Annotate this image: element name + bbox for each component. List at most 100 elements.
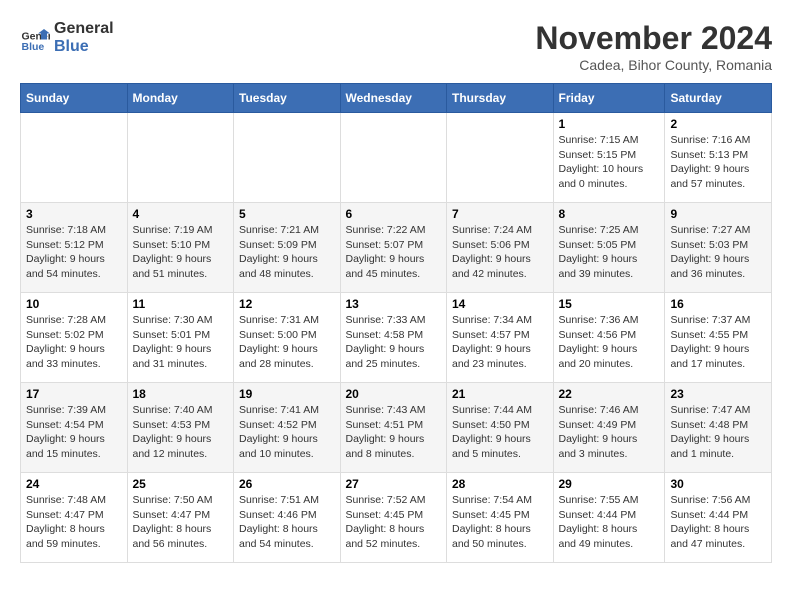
calendar-cell: 15 Sunrise: 7:36 AM Sunset: 4:56 PM Dayli… xyxy=(553,293,665,383)
day-number: 10 xyxy=(26,297,122,311)
day-detail: Sunrise: 7:25 AM Sunset: 5:05 PM Dayligh… xyxy=(559,223,660,282)
calendar-cell xyxy=(340,113,447,203)
calendar-header-thursday: Thursday xyxy=(447,84,554,113)
calendar-header-saturday: Saturday xyxy=(665,84,772,113)
calendar-table: SundayMondayTuesdayWednesdayThursdayFrid… xyxy=(20,83,772,563)
day-detail: Sunrise: 7:54 AM Sunset: 4:45 PM Dayligh… xyxy=(452,493,548,552)
day-detail: Sunrise: 7:22 AM Sunset: 5:07 PM Dayligh… xyxy=(346,223,442,282)
calendar-cell: 6 Sunrise: 7:22 AM Sunset: 5:07 PM Daylig… xyxy=(340,203,447,293)
page-header: General Blue General Blue November 2024 … xyxy=(20,20,772,73)
day-number: 23 xyxy=(670,387,766,401)
day-detail: Sunrise: 7:24 AM Sunset: 5:06 PM Dayligh… xyxy=(452,223,548,282)
day-number: 8 xyxy=(559,207,660,221)
day-number: 15 xyxy=(559,297,660,311)
calendar-header-row: SundayMondayTuesdayWednesdayThursdayFrid… xyxy=(21,84,772,113)
day-detail: Sunrise: 7:43 AM Sunset: 4:51 PM Dayligh… xyxy=(346,403,442,462)
day-detail: Sunrise: 7:19 AM Sunset: 5:10 PM Dayligh… xyxy=(133,223,229,282)
day-number: 2 xyxy=(670,117,766,131)
day-number: 17 xyxy=(26,387,122,401)
page-title: November 2024 xyxy=(535,20,772,57)
calendar-week-row: 17 Sunrise: 7:39 AM Sunset: 4:54 PM Dayli… xyxy=(21,383,772,473)
day-number: 4 xyxy=(133,207,229,221)
day-number: 27 xyxy=(346,477,442,491)
calendar-cell: 18Sunrise: 7:40 AM Sunset: 4:53 PM Dayli… xyxy=(127,383,234,473)
calendar-week-row: 10 Sunrise: 7:28 AM Sunset: 5:02 PM Dayli… xyxy=(21,293,772,383)
day-detail: Sunrise: 7:55 AM Sunset: 4:44 PM Dayligh… xyxy=(559,493,660,552)
day-number: 11 xyxy=(133,297,229,311)
calendar-header-monday: Monday xyxy=(127,84,234,113)
calendar-cell: 7 Sunrise: 7:24 AM Sunset: 5:06 PM Daylig… xyxy=(447,203,554,293)
calendar-cell xyxy=(127,113,234,203)
day-detail: Sunrise: 7:39 AM Sunset: 4:54 PM Dayligh… xyxy=(26,403,122,462)
calendar-header-tuesday: Tuesday xyxy=(234,84,341,113)
calendar-cell xyxy=(234,113,341,203)
day-detail: Sunrise: 7:28 AM Sunset: 5:02 PM Dayligh… xyxy=(26,313,122,372)
day-number: 25 xyxy=(133,477,229,491)
day-detail: Sunrise: 7:18 AM Sunset: 5:12 PM Dayligh… xyxy=(26,223,122,282)
calendar-cell: 4 Sunrise: 7:19 AM Sunset: 5:10 PM Daylig… xyxy=(127,203,234,293)
calendar-cell: 24 Sunrise: 7:48 AM Sunset: 4:47 PM Dayli… xyxy=(21,473,128,563)
calendar-cell: 10 Sunrise: 7:28 AM Sunset: 5:02 PM Dayli… xyxy=(21,293,128,383)
calendar-cell: 28 Sunrise: 7:54 AM Sunset: 4:45 PM Dayli… xyxy=(447,473,554,563)
calendar-cell: 16Sunrise: 7:37 AM Sunset: 4:55 PM Dayli… xyxy=(665,293,772,383)
day-number: 14 xyxy=(452,297,548,311)
calendar-cell: 29Sunrise: 7:55 AM Sunset: 4:44 PM Dayli… xyxy=(553,473,665,563)
day-number: 7 xyxy=(452,207,548,221)
calendar-cell: 23 Sunrise: 7:47 AM Sunset: 4:48 PM Dayli… xyxy=(665,383,772,473)
day-number: 5 xyxy=(239,207,335,221)
calendar-week-row: 3 Sunrise: 7:18 AM Sunset: 5:12 PM Daylig… xyxy=(21,203,772,293)
day-number: 26 xyxy=(239,477,335,491)
day-number: 28 xyxy=(452,477,548,491)
calendar-cell: 17 Sunrise: 7:39 AM Sunset: 4:54 PM Dayli… xyxy=(21,383,128,473)
day-detail: Sunrise: 7:52 AM Sunset: 4:45 PM Dayligh… xyxy=(346,493,442,552)
logo-text-blue: Blue xyxy=(54,38,114,56)
page-subtitle: Cadea, Bihor County, Romania xyxy=(535,57,772,73)
day-number: 21 xyxy=(452,387,548,401)
day-number: 19 xyxy=(239,387,335,401)
logo-icon: General Blue xyxy=(20,23,50,53)
calendar-cell: 1 Sunrise: 7:15 AM Sunset: 5:15 PM Daylig… xyxy=(553,113,665,203)
calendar-cell: 26 Sunrise: 7:51 AM Sunset: 4:46 PM Dayli… xyxy=(234,473,341,563)
day-number: 9 xyxy=(670,207,766,221)
day-number: 3 xyxy=(26,207,122,221)
day-detail: Sunrise: 7:33 AM Sunset: 4:58 PM Dayligh… xyxy=(346,313,442,372)
day-detail: Sunrise: 7:51 AM Sunset: 4:46 PM Dayligh… xyxy=(239,493,335,552)
calendar-cell: 9Sunrise: 7:27 AM Sunset: 5:03 PM Daylig… xyxy=(665,203,772,293)
calendar-header-sunday: Sunday xyxy=(21,84,128,113)
day-detail: Sunrise: 7:30 AM Sunset: 5:01 PM Dayligh… xyxy=(133,313,229,372)
calendar-cell: 14 Sunrise: 7:34 AM Sunset: 4:57 PM Dayli… xyxy=(447,293,554,383)
day-detail: Sunrise: 7:50 AM Sunset: 4:47 PM Dayligh… xyxy=(133,493,229,552)
calendar-cell: 5 Sunrise: 7:21 AM Sunset: 5:09 PM Daylig… xyxy=(234,203,341,293)
calendar-cell: 25 Sunrise: 7:50 AM Sunset: 4:47 PM Dayli… xyxy=(127,473,234,563)
calendar-cell: 27 Sunrise: 7:52 AM Sunset: 4:45 PM Dayli… xyxy=(340,473,447,563)
calendar-header-friday: Friday xyxy=(553,84,665,113)
day-detail: Sunrise: 7:37 AM Sunset: 4:55 PM Dayligh… xyxy=(670,313,766,372)
calendar-week-row: 1 Sunrise: 7:15 AM Sunset: 5:15 PM Daylig… xyxy=(21,113,772,203)
day-detail: Sunrise: 7:15 AM Sunset: 5:15 PM Dayligh… xyxy=(559,133,660,192)
calendar-cell xyxy=(21,113,128,203)
day-detail: Sunrise: 7:41 AM Sunset: 4:52 PM Dayligh… xyxy=(239,403,335,462)
calendar-cell: 13 Sunrise: 7:33 AM Sunset: 4:58 PM Dayli… xyxy=(340,293,447,383)
calendar-cell: 8 Sunrise: 7:25 AM Sunset: 5:05 PM Daylig… xyxy=(553,203,665,293)
day-number: 6 xyxy=(346,207,442,221)
day-number: 1 xyxy=(559,117,660,131)
calendar-cell: 11 Sunrise: 7:30 AM Sunset: 5:01 PM Dayli… xyxy=(127,293,234,383)
day-detail: Sunrise: 7:48 AM Sunset: 4:47 PM Dayligh… xyxy=(26,493,122,552)
day-detail: Sunrise: 7:46 AM Sunset: 4:49 PM Dayligh… xyxy=(559,403,660,462)
title-section: November 2024 Cadea, Bihor County, Roman… xyxy=(535,20,772,73)
calendar-week-row: 24 Sunrise: 7:48 AM Sunset: 4:47 PM Dayli… xyxy=(21,473,772,563)
calendar-cell: 19 Sunrise: 7:41 AM Sunset: 4:52 PM Dayli… xyxy=(234,383,341,473)
day-detail: Sunrise: 7:56 AM Sunset: 4:44 PM Dayligh… xyxy=(670,493,766,552)
day-number: 24 xyxy=(26,477,122,491)
day-detail: Sunrise: 7:47 AM Sunset: 4:48 PM Dayligh… xyxy=(670,403,766,462)
calendar-cell xyxy=(447,113,554,203)
day-detail: Sunrise: 7:36 AM Sunset: 4:56 PM Dayligh… xyxy=(559,313,660,372)
day-detail: Sunrise: 7:34 AM Sunset: 4:57 PM Dayligh… xyxy=(452,313,548,372)
day-number: 13 xyxy=(346,297,442,311)
day-detail: Sunrise: 7:21 AM Sunset: 5:09 PM Dayligh… xyxy=(239,223,335,282)
day-detail: Sunrise: 7:31 AM Sunset: 5:00 PM Dayligh… xyxy=(239,313,335,372)
calendar-cell: 21Sunrise: 7:44 AM Sunset: 4:50 PM Dayli… xyxy=(447,383,554,473)
day-detail: Sunrise: 7:16 AM Sunset: 5:13 PM Dayligh… xyxy=(670,133,766,192)
calendar-cell: 2 Sunrise: 7:16 AM Sunset: 5:13 PM Daylig… xyxy=(665,113,772,203)
day-number: 12 xyxy=(239,297,335,311)
